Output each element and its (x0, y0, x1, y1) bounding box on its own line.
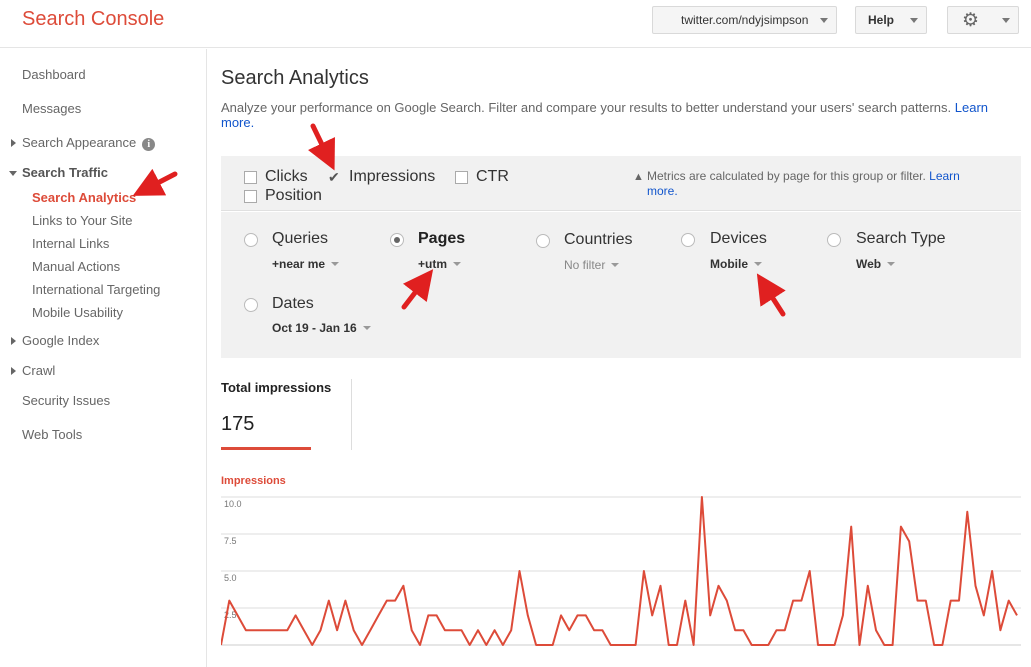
page-title: Search Analytics (221, 67, 369, 89)
sidebar-item-manual-actions[interactable]: Manual Actions (32, 259, 120, 274)
sidebar-item-internal-links[interactable]: Internal Links (32, 236, 109, 251)
dates-label[interactable]: Dates (272, 295, 314, 313)
chevron-down-icon[interactable] (9, 171, 17, 176)
page-description: Analyze your performance on Google Searc… (221, 100, 1011, 130)
clicks-checkbox[interactable]: Clicks (244, 168, 308, 186)
search-type-filter-value: Web (856, 257, 882, 271)
checkmark-icon[interactable]: ✔ (328, 170, 341, 184)
queries-filter-dropdown[interactable]: +near me (272, 257, 340, 271)
chevron-right-icon[interactable] (11, 367, 16, 375)
countries-filter-dropdown[interactable]: No filter (564, 258, 620, 272)
settings-button[interactable]: ⚙ (947, 6, 1019, 34)
help-label: Help (868, 13, 895, 27)
pages-filter-dropdown[interactable]: +utm (418, 257, 462, 271)
sidebar-item-google-index[interactable]: Google Index (22, 333, 99, 348)
sidebar: Dashboard Messages Search Appearance i Se… (0, 49, 207, 667)
grouping-panel: Queries +near me Pages +utm Countries No… (221, 212, 1021, 358)
sidebar-item-web-tools[interactable]: Web Tools (22, 427, 82, 442)
devices-filter-value: Mobile (710, 257, 748, 271)
sidebar-item-crawl[interactable]: Crawl (22, 363, 55, 378)
property-selector[interactable]: twitter.com/ndyjsimpson (652, 6, 837, 34)
position-label: Position (265, 187, 322, 204)
total-active-indicator (221, 447, 311, 450)
sidebar-item-messages[interactable]: Messages (22, 101, 81, 116)
chevron-down-icon (910, 18, 918, 23)
search-type-filter-dropdown[interactable]: Web (856, 257, 896, 271)
sidebar-item-search-appearance[interactable]: Search Appearance i (22, 135, 156, 151)
devices-filter-dropdown[interactable]: Mobile (710, 257, 762, 271)
impressions-chart[interactable]: 2.55.07.510.0 (221, 490, 1021, 650)
countries-filter-value: No filter (564, 258, 606, 272)
devices-label[interactable]: Devices (710, 230, 767, 248)
app-title[interactable]: Search Console (22, 8, 164, 31)
help-button[interactable]: Help (855, 6, 927, 34)
countries-radio[interactable] (536, 234, 550, 248)
pages-radio[interactable] (390, 233, 404, 247)
sidebar-item-dashboard[interactable]: Dashboard (22, 67, 86, 82)
sidebar-item-label: Search Appearance (22, 135, 137, 150)
chevron-down-icon (611, 263, 620, 267)
y-tick-label: 7.5 (224, 536, 237, 546)
checkbox-box[interactable] (455, 170, 468, 184)
pages-label[interactable]: Pages (418, 230, 465, 248)
clicks-label: Clicks (265, 168, 308, 185)
chevron-down-icon (453, 262, 462, 266)
impressions-label: Impressions (349, 168, 436, 185)
total-impressions-label: Total impressions (221, 380, 332, 395)
impressions-checkbox[interactable]: ✔ Impressions (328, 168, 435, 186)
metrics-note-text: Metrics are calculated by page for this … (647, 169, 926, 183)
sidebar-item-search-traffic[interactable]: Search Traffic (22, 165, 108, 180)
sidebar-item-security-issues[interactable]: Security Issues (22, 393, 110, 408)
y-tick-label: 5.0 (224, 573, 237, 583)
top-bar: Search Console twitter.com/ndyjsimpson H… (0, 0, 1031, 48)
ctr-checkbox[interactable]: CTR (455, 168, 509, 186)
position-checkbox[interactable]: Position (244, 187, 322, 205)
gear-icon: ⚙ (962, 9, 980, 31)
dates-radio[interactable] (244, 298, 258, 312)
metrics-note: ▲ Metrics are calculated by page for thi… (633, 169, 993, 199)
search-type-radio[interactable] (827, 233, 841, 247)
arrow-icon (307, 123, 335, 171)
description-text: Analyze your performance on Google Searc… (221, 100, 952, 115)
countries-label[interactable]: Countries (564, 231, 632, 249)
chevron-down-icon (887, 262, 896, 266)
checkbox-box[interactable] (244, 189, 257, 203)
search-type-label[interactable]: Search Type (856, 230, 946, 248)
queries-filter-value: +near me (272, 257, 326, 271)
divider (351, 379, 352, 450)
property-name: twitter.com/ndyjsimpson (681, 13, 809, 27)
sidebar-item-links-to-your-site[interactable]: Links to Your Site (32, 213, 132, 228)
chevron-down-icon (362, 326, 371, 330)
y-tick-label: 10.0 (224, 499, 242, 509)
warning-icon: ▲ (633, 171, 644, 183)
sidebar-item-search-analytics[interactable]: Search Analytics (32, 190, 136, 205)
dates-filter-value: Oct 19 - Jan 16 (272, 321, 357, 335)
sidebar-item-mobile-usability[interactable]: Mobile Usability (32, 305, 123, 320)
sidebar-item-international-targeting[interactable]: International Targeting (32, 282, 160, 297)
ctr-label: CTR (476, 168, 509, 185)
checkbox-box[interactable] (244, 170, 257, 184)
devices-radio[interactable] (681, 233, 695, 247)
chevron-down-icon (820, 18, 828, 23)
chart-title: Impressions (221, 475, 286, 487)
dates-filter-dropdown[interactable]: Oct 19 - Jan 16 (272, 321, 371, 335)
chevron-right-icon[interactable] (11, 139, 16, 147)
pages-filter-value: +utm (418, 257, 448, 271)
chevron-down-icon (331, 262, 340, 266)
chevron-down-icon (754, 262, 762, 266)
chevron-right-icon[interactable] (11, 337, 16, 345)
queries-radio[interactable] (244, 233, 258, 247)
chevron-down-icon (1002, 18, 1010, 23)
info-icon[interactable]: i (142, 138, 156, 151)
queries-label[interactable]: Queries (272, 230, 328, 248)
total-impressions-value: 175 (221, 413, 255, 435)
metrics-panel: Clicks ✔ Impressions CTR Position ▲ Metr… (221, 156, 1021, 211)
